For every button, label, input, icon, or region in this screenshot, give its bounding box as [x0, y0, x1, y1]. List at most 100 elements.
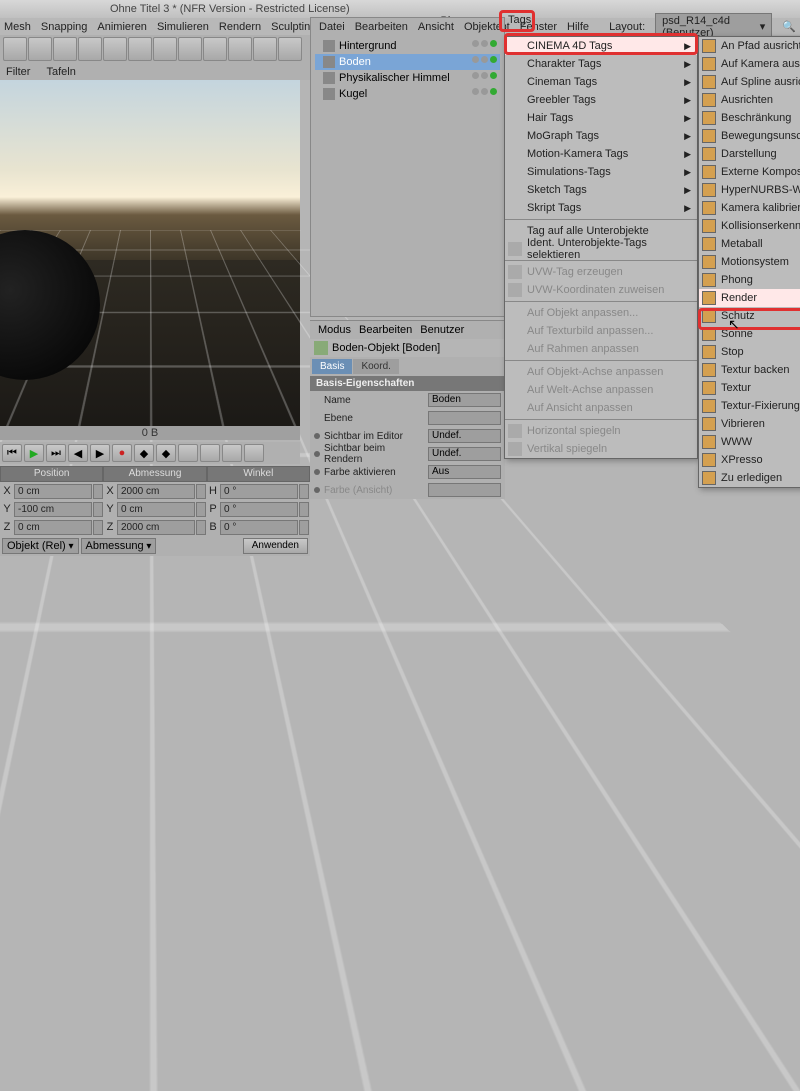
context-menu-item[interactable]: MoGraph Tags▶: [505, 127, 697, 145]
record-button[interactable]: ●: [112, 444, 132, 462]
attr-menu-modus[interactable]: Modus: [318, 324, 351, 336]
render-vis-dot[interactable]: [481, 56, 488, 63]
transport-button[interactable]: [244, 444, 264, 462]
context-menu-item[interactable]: Sketch Tags▶: [505, 181, 697, 199]
obj-menu-objekte[interactable]: Objekte: [464, 21, 502, 33]
tab-basis[interactable]: Basis: [312, 359, 352, 374]
viewport-3d[interactable]: 0 B: [0, 80, 300, 440]
toolbar-button[interactable]: [203, 37, 227, 61]
submenu-item[interactable]: An Pfad ausrichten: [699, 37, 800, 55]
spinner[interactable]: [299, 484, 309, 499]
submenu-item[interactable]: Stop: [699, 343, 800, 361]
play-button[interactable]: ▶: [24, 444, 44, 462]
toolbar-button[interactable]: [78, 37, 102, 61]
position-field[interactable]: 0 cm: [14, 484, 92, 499]
spinner[interactable]: [93, 484, 103, 499]
editor-vis-dot[interactable]: [472, 72, 479, 79]
menu-rendern[interactable]: Rendern: [219, 21, 261, 33]
attr-menu-bearbeiten[interactable]: Bearbeiten: [359, 324, 412, 336]
coord-mode-select[interactable]: Objekt (Rel) ▾: [2, 538, 79, 554]
submenu-item[interactable]: WWW: [699, 433, 800, 451]
menu-mesh[interactable]: Mesh: [4, 21, 31, 33]
submenu-item[interactable]: Textur-Fixierung: [699, 397, 800, 415]
menu-animieren[interactable]: Animieren: [97, 21, 147, 33]
enable-dot[interactable]: [490, 88, 497, 95]
search-icon[interactable]: 🔍: [782, 20, 796, 34]
angle-field[interactable]: 0 °: [220, 502, 298, 517]
toolbar-button[interactable]: [253, 37, 277, 61]
submenu-item[interactable]: Bewegungsunschä: [699, 127, 800, 145]
toolbar-button[interactable]: [28, 37, 52, 61]
angle-field[interactable]: 0 °: [220, 484, 298, 499]
toolbar-button[interactable]: [178, 37, 202, 61]
spinner[interactable]: [299, 502, 309, 517]
enable-dot[interactable]: [490, 40, 497, 47]
toolbar-button[interactable]: [3, 37, 27, 61]
submenu-item[interactable]: XPresso: [699, 451, 800, 469]
transport-button[interactable]: [222, 444, 242, 462]
prop-field[interactable]: Boden: [428, 393, 501, 407]
toolbar-button[interactable]: [228, 37, 252, 61]
obj-menu-tags[interactable]: Tags: [508, 14, 531, 26]
next-frame-button[interactable]: ▶: [90, 444, 110, 462]
submenu-item[interactable]: Textur: [699, 379, 800, 397]
render-vis-dot[interactable]: [481, 88, 488, 95]
key-button[interactable]: ◆: [134, 444, 154, 462]
submenu-item[interactable]: Beschränkung: [699, 109, 800, 127]
submenu-item[interactable]: Auf Spline ausrich: [699, 73, 800, 91]
prop-field[interactable]: Undef.: [428, 429, 501, 443]
context-menu-item[interactable]: Ident. Unterobjekte-Tags selektieren: [505, 240, 697, 258]
menu-tafeln[interactable]: Tafeln: [46, 66, 75, 78]
spinner[interactable]: [196, 484, 206, 499]
spinner[interactable]: [196, 502, 206, 517]
prop-field[interactable]: Undef.: [428, 447, 501, 461]
apply-button[interactable]: Anwenden: [243, 538, 308, 554]
dimension-field[interactable]: 2000 cm: [117, 484, 195, 499]
editor-vis-dot[interactable]: [472, 88, 479, 95]
render-vis-dot[interactable]: [481, 72, 488, 79]
prop-field[interactable]: [428, 483, 501, 497]
obj-menu-datei[interactable]: Datei: [319, 21, 345, 33]
spinner[interactable]: [93, 520, 103, 535]
editor-vis-dot[interactable]: [472, 56, 479, 63]
spinner[interactable]: [196, 520, 206, 535]
obj-menu-bearbeiten[interactable]: Bearbeiten: [355, 21, 408, 33]
submenu-item[interactable]: Phong: [699, 271, 800, 289]
timeline-ruler[interactable]: 0 B: [0, 426, 300, 440]
transport-button[interactable]: [178, 444, 198, 462]
toolbar-button[interactable]: [278, 37, 302, 61]
context-menu-item[interactable]: Charakter Tags▶: [505, 55, 697, 73]
menu-snapping[interactable]: Snapping: [41, 21, 88, 33]
editor-vis-dot[interactable]: [472, 40, 479, 47]
prop-field[interactable]: Aus: [428, 465, 501, 479]
prev-frame-button[interactable]: ◀: [68, 444, 88, 462]
autokey-button[interactable]: ◆: [156, 444, 176, 462]
toolbar-button[interactable]: [128, 37, 152, 61]
toolbar-button[interactable]: [153, 37, 177, 61]
submenu-item[interactable]: Kamera kalibriere: [699, 199, 800, 217]
spinner[interactable]: [93, 502, 103, 517]
submenu-item[interactable]: Kollisionserkennun: [699, 217, 800, 235]
attr-menu-benutzer[interactable]: Benutzer: [420, 324, 464, 336]
submenu-item[interactable]: Externe Komposit: [699, 163, 800, 181]
context-menu-item[interactable]: Simulations-Tags▶: [505, 163, 697, 181]
position-field[interactable]: 0 cm: [14, 520, 92, 535]
menu-hilfe[interactable]: Hilfe: [567, 21, 589, 33]
prop-field[interactable]: [428, 411, 501, 425]
submenu-item[interactable]: Textur backen: [699, 361, 800, 379]
transport-button[interactable]: [200, 444, 220, 462]
submenu-item[interactable]: Render: [699, 289, 800, 307]
context-menu-item[interactable]: Hair Tags▶: [505, 109, 697, 127]
context-menu-item[interactable]: Cineman Tags▶: [505, 73, 697, 91]
dimension-field[interactable]: 0 cm: [117, 502, 195, 517]
submenu-item[interactable]: Metaball: [699, 235, 800, 253]
context-menu-item[interactable]: Skript Tags▶: [505, 199, 697, 217]
spinner[interactable]: [299, 520, 309, 535]
submenu-item[interactable]: HyperNURBS-Wich: [699, 181, 800, 199]
tab-koord[interactable]: Koord.: [353, 359, 398, 374]
obj-menu-ansicht[interactable]: Ansicht: [418, 21, 454, 33]
render-vis-dot[interactable]: [481, 40, 488, 47]
submenu-item[interactable]: Auf Kamera ausric: [699, 55, 800, 73]
context-menu-item[interactable]: Greebler Tags▶: [505, 91, 697, 109]
submenu-item[interactable]: Ausrichten: [699, 91, 800, 109]
